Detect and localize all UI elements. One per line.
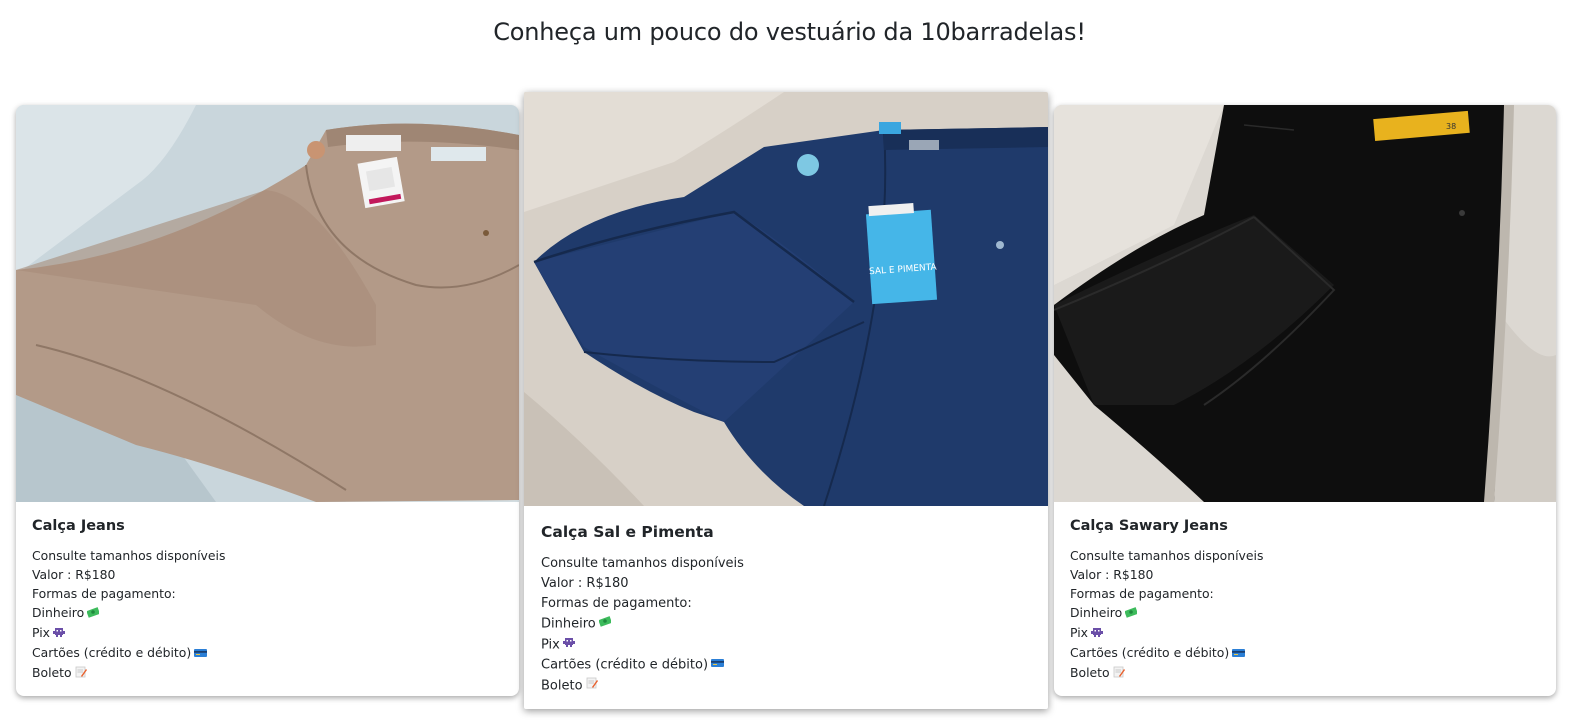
- payment-boleto: Boleto: [1070, 663, 1540, 683]
- payment-label: Cartões (crédito e débito): [541, 657, 709, 673]
- product-card: SAL E PIMENTA Calça Sal e Pimenta Consul…: [524, 92, 1048, 709]
- product-photo-beige-pants: [16, 105, 519, 502]
- product-name: Calça Sal e Pimenta: [541, 523, 714, 541]
- payment-pix: Pix: [32, 623, 503, 643]
- payment-boleto: Boleto: [541, 676, 1031, 697]
- product-name: Calça Jeans: [32, 518, 125, 534]
- sizes-text: Consulte tamanhos disponíveis: [541, 556, 744, 571]
- size-tag-text: 38: [1446, 122, 1456, 131]
- payment-cash: Dinheiro: [1070, 603, 1540, 623]
- payment-label: Boleto: [1070, 665, 1110, 680]
- alien-icon: [562, 635, 575, 655]
- price-text: Valor : R$180: [32, 567, 116, 582]
- price-text: Valor : R$180: [1070, 567, 1154, 582]
- alien-icon: [52, 624, 65, 643]
- payment-label: Boleto: [541, 678, 583, 693]
- sizes-text: Consulte tamanhos disponíveis: [32, 548, 226, 563]
- page-title: Conheça um pouco do vestuário da 10barra…: [493, 18, 1086, 46]
- payment-title: Formas de pagamento:: [541, 596, 692, 611]
- money-icon: [598, 614, 612, 634]
- payment-label: Pix: [541, 637, 560, 652]
- product-card: 38 Calça Sawary Jeans Consulte tamanhos …: [1054, 105, 1556, 696]
- price-text: Valor : R$180: [541, 576, 629, 591]
- payment-label: Cartões (crédito e débito): [1070, 645, 1230, 660]
- payment-cash: Dinheiro: [32, 603, 503, 623]
- payment-label: Pix: [32, 625, 50, 640]
- product-photo-denim-pants: SAL E PIMENTA: [524, 92, 1048, 506]
- payment-cash: Dinheiro: [541, 614, 1031, 635]
- payment-label: Boleto: [32, 665, 72, 680]
- payment-label: Dinheiro: [541, 616, 596, 632]
- product-name: Calça Sawary Jeans: [1070, 518, 1228, 534]
- payment-cards: Cartões (crédito e débito): [32, 643, 503, 663]
- product-card: Calça Jeans Consulte tamanhos disponívei…: [16, 105, 519, 696]
- payment-pix: Pix: [1070, 623, 1540, 643]
- payment-pix: Pix: [541, 635, 1031, 656]
- payment-title: Formas de pagamento:: [32, 586, 176, 601]
- money-icon: [1124, 604, 1139, 623]
- payment-cards: Cartões (crédito e débito): [541, 655, 1031, 676]
- memo-icon: [75, 664, 87, 683]
- credit-card-icon: [194, 644, 208, 663]
- memo-icon: [1113, 664, 1125, 683]
- payment-label: Pix: [1070, 625, 1088, 640]
- payment-label: Dinheiro: [32, 605, 85, 620]
- money-icon: [86, 604, 101, 623]
- memo-icon: [586, 676, 598, 696]
- credit-card-icon: [711, 655, 725, 675]
- product-photo-black-pants: 38: [1054, 105, 1556, 502]
- payment-title: Formas de pagamento:: [1070, 586, 1214, 601]
- payment-label: Cartões (crédito e débito): [32, 645, 192, 660]
- credit-card-icon: [1232, 644, 1246, 663]
- sizes-text: Consulte tamanhos disponíveis: [1070, 548, 1264, 563]
- payment-cards: Cartões (crédito e débito): [1070, 643, 1540, 663]
- payment-label: Dinheiro: [1070, 605, 1123, 620]
- alien-icon: [1090, 624, 1103, 643]
- payment-boleto: Boleto: [32, 663, 503, 683]
